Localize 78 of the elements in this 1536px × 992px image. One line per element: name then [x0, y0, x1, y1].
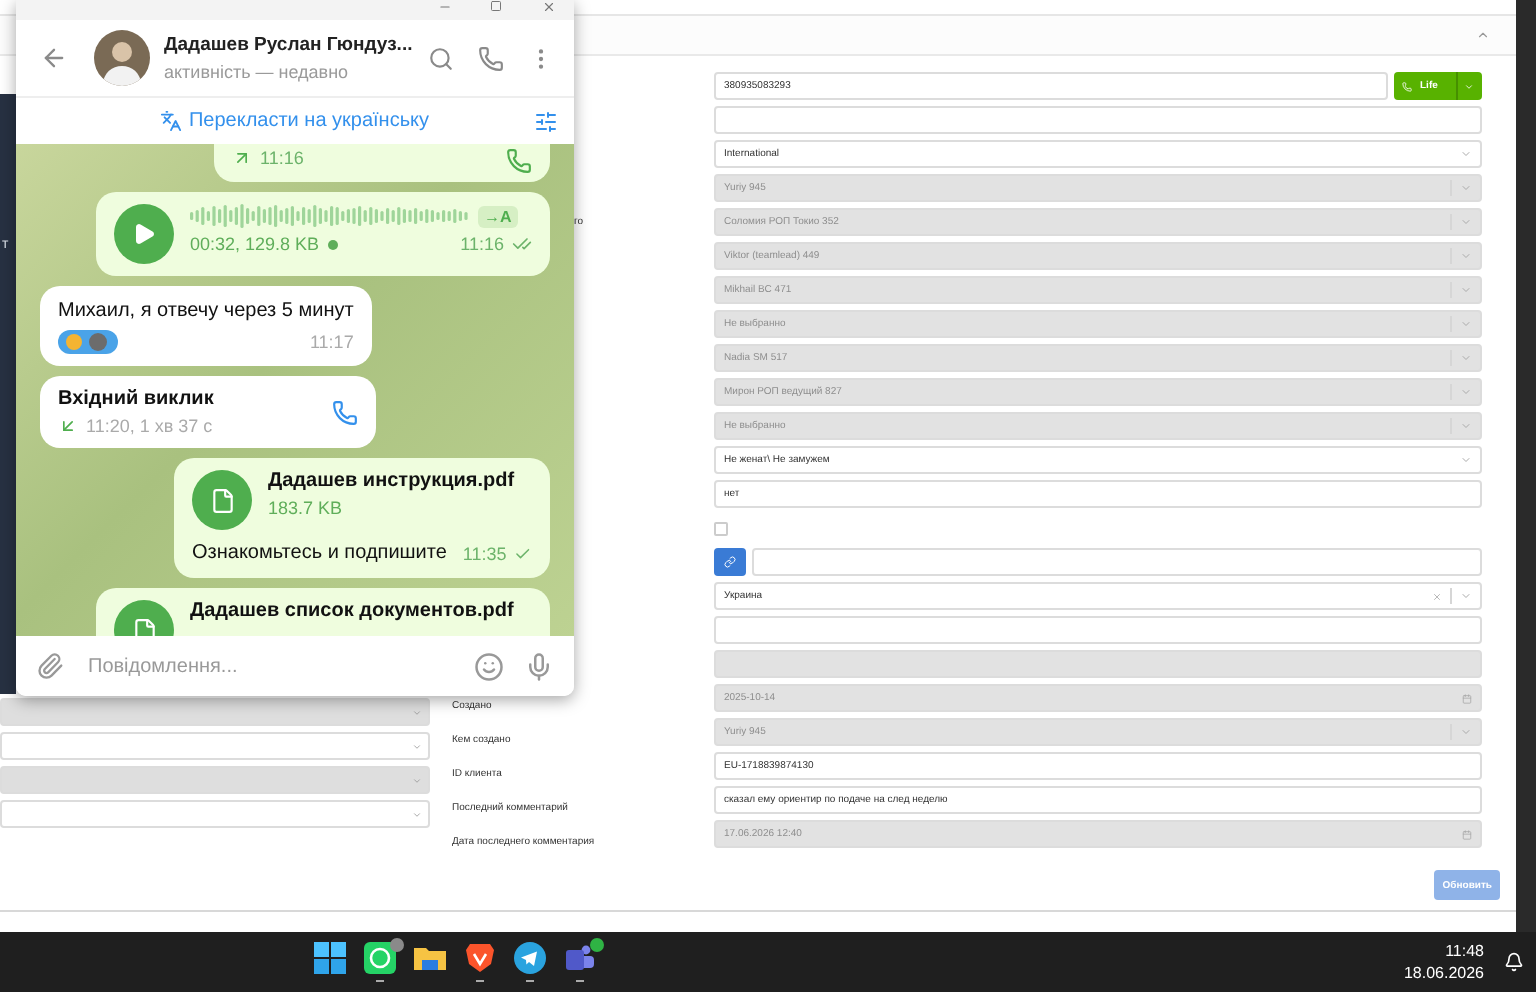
caret-icon: [1460, 284, 1472, 296]
caret-icon: [1460, 216, 1472, 228]
microphone-icon[interactable]: [524, 651, 554, 681]
caret-icon: [412, 707, 422, 717]
file-name: Дадашев список документов.pdf: [190, 600, 516, 622]
message-text: Ознакомьтесь и подпишите: [192, 540, 447, 566]
paper-plane-icon: [514, 941, 546, 974]
people-icon: [564, 941, 596, 974]
play-button[interactable]: [114, 204, 174, 264]
arrow-icon: [58, 416, 78, 436]
caret-icon: [1460, 182, 1472, 194]
minimize-icon[interactable]: [437, 0, 451, 14]
translate-link[interactable]: Перекласти на українську: [160, 110, 430, 132]
phone-icon[interactable]: [478, 45, 504, 71]
input-field[interactable]: [752, 548, 1482, 576]
contact-status: активність — недавно: [164, 61, 349, 83]
back-icon[interactable]: [40, 44, 68, 72]
caret-icon: [1460, 352, 1472, 364]
caret-icon: [1460, 454, 1472, 466]
shield-icon: [464, 941, 496, 974]
caret-icon: [1460, 148, 1472, 160]
chat-bubble-icon: [364, 941, 396, 974]
arrow-icon: [232, 148, 252, 168]
grid-icon: [314, 941, 346, 974]
calendar-icon: [1462, 829, 1472, 839]
select-field[interactable]: [0, 732, 430, 760]
attach-icon[interactable]: [36, 652, 64, 680]
caret-icon: [1460, 318, 1472, 330]
caret-icon: [412, 809, 422, 819]
collapse-icon[interactable]: [1476, 28, 1490, 42]
taskbar-app[interactable]: [560, 936, 600, 988]
link-icon: [724, 556, 736, 568]
checkbox[interactable]: [714, 521, 728, 535]
taskbar-app[interactable]: [510, 936, 550, 988]
call-title: Вхідний виклик: [58, 388, 216, 410]
maximize-icon[interactable]: [490, 0, 502, 12]
caret-icon: [1460, 726, 1472, 738]
clock-date: 18.06.2026: [1403, 964, 1484, 982]
caret-icon: [1460, 250, 1472, 262]
phone-icon[interactable]: [506, 148, 532, 174]
file-icon: [209, 487, 235, 513]
caret-icon: [1464, 81, 1474, 91]
voice-duration: 00:32, 129.8 KB: [190, 234, 320, 254]
file-name: Дадашев инструкция.pdf: [268, 470, 517, 492]
taskbar-app[interactable]: [360, 936, 400, 988]
close-icon[interactable]: [541, 0, 555, 14]
input-field[interactable]: [714, 616, 1482, 644]
caret-icon: [412, 775, 422, 785]
message-time: 11:17: [309, 332, 354, 352]
caret-icon: [1460, 420, 1472, 432]
message-time: 11:16: [460, 234, 504, 254]
transcribe-button[interactable]: →A: [478, 206, 518, 228]
translate-icon: [160, 110, 183, 132]
phone-icon[interactable]: [332, 399, 358, 425]
phone-icon: [1402, 81, 1412, 91]
search-icon[interactable]: [428, 45, 454, 71]
select-field[interactable]: [0, 800, 430, 828]
caret-icon: [412, 741, 422, 751]
caret-icon: [1460, 386, 1472, 398]
notification-icon[interactable]: [1504, 952, 1524, 972]
play-icon: [132, 222, 156, 246]
message-time: 11:16: [260, 148, 304, 168]
caret-icon: [1460, 590, 1472, 602]
message-time: 11:20, 1 хв 37 с: [86, 416, 213, 436]
calendar-icon: [1462, 693, 1472, 703]
contact-name: Дадашев Руслан Гюндуз...: [164, 33, 413, 57]
file-button[interactable]: [192, 470, 252, 530]
input-field[interactable]: [714, 106, 1482, 134]
message-text: Михаил, я отвечу через 5 минут: [58, 298, 354, 324]
emoji-icon[interactable]: [474, 651, 504, 681]
clock-time: 11:48: [1445, 942, 1484, 960]
link-button[interactable]: [714, 548, 746, 576]
settings-icon[interactable]: [534, 109, 558, 133]
avatar[interactable]: [94, 30, 150, 86]
file-size: 183.7 KB: [268, 498, 345, 518]
message-field[interactable]: Повідомлення...: [84, 653, 454, 679]
reactions-icon[interactable]: [58, 330, 118, 354]
message-time: 11:35: [462, 543, 507, 563]
